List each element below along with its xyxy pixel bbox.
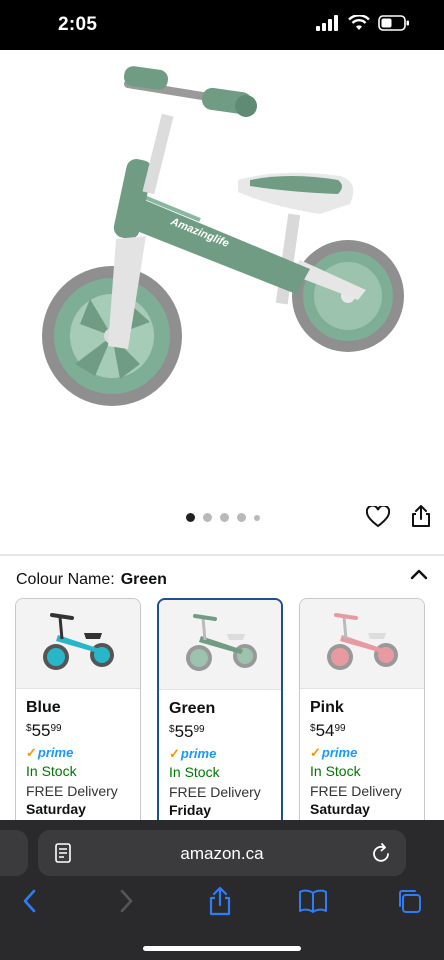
product-image[interactable]: Amazinglife xyxy=(0,50,444,500)
wishlist-heart-icon[interactable] xyxy=(366,506,390,528)
delivery-day: Saturday xyxy=(310,801,370,817)
image-dot-5[interactable] xyxy=(254,514,260,521)
share-icon[interactable] xyxy=(410,504,432,528)
variant-name: Green xyxy=(169,700,216,717)
delivery-text: FREE Delivery xyxy=(26,783,118,799)
prime-badge: ✓prime xyxy=(169,746,217,761)
colour-value: Green xyxy=(120,571,167,588)
prime-check-icon: ✓ xyxy=(169,746,180,761)
variant-name: Pink xyxy=(310,699,344,716)
share-sheet-icon[interactable] xyxy=(207,886,233,916)
prime-check-icon: ✓ xyxy=(26,745,37,760)
variant-price: $5499 xyxy=(310,721,346,740)
stock-status: In Stock xyxy=(169,764,220,780)
variant-card-green[interactable]: Green $5599 ✓prime In Stock FREE Deliver… xyxy=(157,598,283,838)
prime-check-icon: ✓ xyxy=(310,745,321,760)
variant-name: Blue xyxy=(26,699,61,716)
status-bar: 2:05 xyxy=(0,0,444,50)
tabs-icon[interactable] xyxy=(396,888,422,914)
bike-thumbnail xyxy=(43,613,114,670)
prime-badge: ✓prime xyxy=(310,745,358,760)
image-dot-1[interactable] xyxy=(186,513,195,522)
previous-tab-peek[interactable] xyxy=(0,830,28,876)
delivery-day: Friday xyxy=(169,802,212,818)
variant-thumbnail xyxy=(159,600,281,690)
back-chevron-icon[interactable] xyxy=(22,888,38,914)
balance-bike-illustration: Amazinglife xyxy=(42,66,404,406)
colour-name-row: Colour Name: Green xyxy=(16,571,167,589)
bookmarks-icon[interactable] xyxy=(298,888,328,914)
delivery-text: FREE Delivery xyxy=(310,783,402,799)
colour-label: Colour Name: xyxy=(16,571,115,588)
bike-thumbnail xyxy=(186,614,257,671)
variant-thumbnail xyxy=(16,599,140,689)
prime-badge: ✓prime xyxy=(26,745,74,760)
delivery-text: FREE Delivery xyxy=(169,784,261,800)
reload-icon[interactable] xyxy=(372,842,392,864)
home-indicator[interactable] xyxy=(143,946,301,951)
bike-thumbnail xyxy=(327,613,398,670)
variant-price: $5599 xyxy=(26,721,62,740)
image-dot-3[interactable] xyxy=(220,513,229,522)
image-dot-4[interactable] xyxy=(237,513,246,522)
stock-status: In Stock xyxy=(310,763,361,779)
image-dot-2[interactable] xyxy=(203,513,212,522)
section-divider xyxy=(0,554,444,556)
address-bar[interactable]: amazon.ca xyxy=(38,830,406,876)
status-icons xyxy=(316,15,410,31)
wifi-icon xyxy=(348,15,370,30)
variant-card-pink[interactable]: Pink $5499 ✓prime In Stock FREE Delivery… xyxy=(299,598,425,838)
url-text: amazon.ca xyxy=(180,844,264,863)
variant-price: $5599 xyxy=(169,722,205,741)
delivery-day: Saturday xyxy=(26,801,86,817)
signal-icon xyxy=(316,15,338,31)
forward-chevron-icon[interactable] xyxy=(118,888,134,914)
image-pagination[interactable] xyxy=(186,513,260,522)
variant-card-blue[interactable]: Blue $5599 ✓prime In Stock FREE Delivery… xyxy=(15,598,141,838)
variant-thumbnail xyxy=(300,599,424,689)
status-time: 2:05 xyxy=(58,14,98,35)
chevron-up-icon[interactable] xyxy=(410,567,428,581)
battery-icon xyxy=(378,15,409,31)
colour-variant-carousel[interactable]: Blue $5599 ✓prime In Stock FREE Delivery… xyxy=(15,598,435,838)
stock-status: In Stock xyxy=(26,763,77,779)
